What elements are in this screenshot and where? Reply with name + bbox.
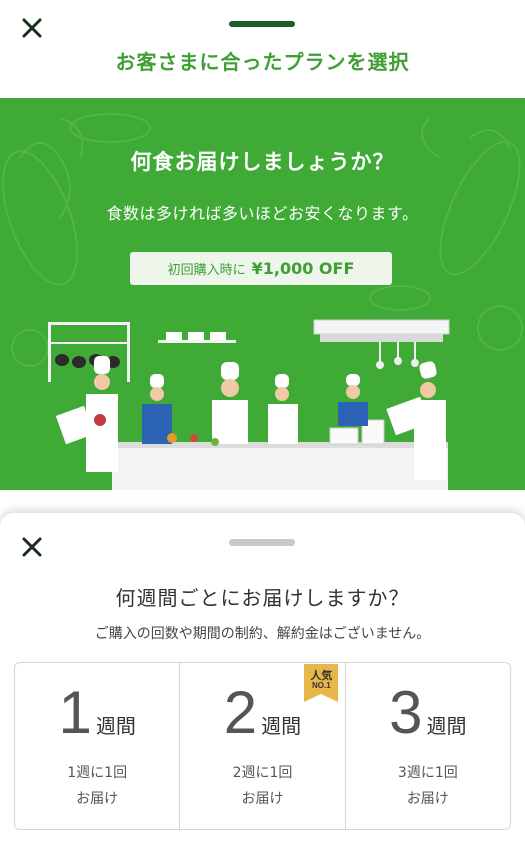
kitchen-chefs-illustration	[48, 319, 450, 490]
promo-prefix: 初回購入時に	[167, 263, 246, 278]
plan-select-header: お客さまに合ったプランを選択	[0, 0, 525, 100]
plan-description: 1週に1回	[67, 765, 128, 781]
sheet-drag-handle[interactable]	[229, 539, 295, 546]
drag-handle[interactable]	[229, 21, 295, 27]
close-icon	[22, 18, 42, 38]
hero-banner: 何食お届けしましょうか？ 食数は多ければ多いほどお安くなります。 初回購入時に …	[0, 98, 525, 490]
plan-number: 1	[58, 679, 92, 746]
plan-options: 1 週間 1週に1回 お届け 人気 NO.1 2 週間 2週に1回 お届け 3 …	[14, 662, 511, 830]
promo-amount: ¥1,000 OFF	[251, 259, 355, 278]
plan-unit: 週間	[95, 714, 136, 738]
plan-description: お届け	[406, 791, 449, 807]
plan-option-2-week[interactable]: 人気 NO.1 2 週間 2週に1回 お届け	[180, 663, 346, 829]
plan-description: 2週に1回	[232, 765, 293, 781]
sheet-close-button[interactable]	[16, 531, 48, 563]
hero-heading: 何食お届けしましょうか？	[130, 150, 395, 174]
sheet-title: 何週間ごとにお届けしますか？	[115, 586, 410, 610]
plan-heading: 1 週間	[15, 683, 179, 743]
page-title: お客さまに合ったプランを選択	[115, 50, 410, 74]
plan-option-1-week[interactable]: 1 週間 1週に1回 お届け	[15, 663, 181, 829]
plan-description: 3週に1回	[397, 765, 458, 781]
plan-option-3-week[interactable]: 3 週間 3週に1回 お届け	[346, 663, 510, 829]
plan-heading: 2 週間	[180, 683, 344, 743]
sheet-subtitle: ご購入の回数や期間の制約、解約金はございません。	[94, 626, 431, 642]
hero-subheading: 食数は多ければ多いほどお安くなります。	[106, 204, 419, 223]
plan-number: 2	[223, 679, 258, 746]
interval-selection-sheet: 何週間ごとにお届けしますか？ ご購入の回数や期間の制約、解約金はございません。 …	[0, 513, 525, 857]
plan-number: 3	[389, 679, 423, 746]
plan-unit: 週間	[261, 714, 302, 738]
plan-description: お届け	[241, 791, 284, 807]
plan-unit: 週間	[426, 714, 467, 738]
close-icon	[22, 537, 42, 557]
plan-description: お届け	[76, 791, 119, 807]
close-button[interactable]	[16, 12, 48, 44]
promo-badge: 初回購入時に ¥1,000 OFF	[130, 252, 392, 285]
plan-heading: 3 週間	[346, 683, 510, 743]
